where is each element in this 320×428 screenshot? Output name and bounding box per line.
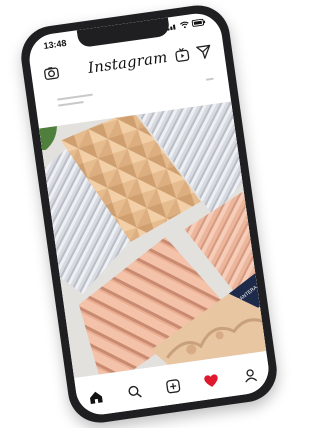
wall-panels-photo: MANTERA [39, 101, 267, 379]
phone-mockup: 13:48 Instagram MANTERA [0, 0, 295, 428]
wifi-icon [179, 21, 189, 29]
battery-icon [191, 18, 206, 27]
search-icon[interactable] [125, 382, 145, 402]
status-icons [167, 18, 207, 31]
post-options-icon[interactable] [205, 77, 214, 81]
igtv-icon[interactable] [173, 46, 191, 64]
post-location-placeholder [57, 100, 84, 107]
phone-screen: 13:48 Instagram MANTERA [26, 10, 272, 418]
new-post-icon[interactable] [163, 376, 183, 396]
direct-message-icon[interactable] [195, 43, 213, 61]
profile-icon[interactable] [240, 365, 260, 385]
post-image[interactable]: MANTERA [39, 101, 267, 379]
phone-body: 13:48 Instagram MANTERA [17, 1, 281, 427]
phone-notch [76, 17, 171, 49]
activity-heart-icon[interactable] [201, 371, 221, 391]
status-time: 13:48 [42, 37, 68, 51]
post-username-placeholder [57, 93, 93, 101]
home-icon[interactable] [86, 387, 106, 407]
